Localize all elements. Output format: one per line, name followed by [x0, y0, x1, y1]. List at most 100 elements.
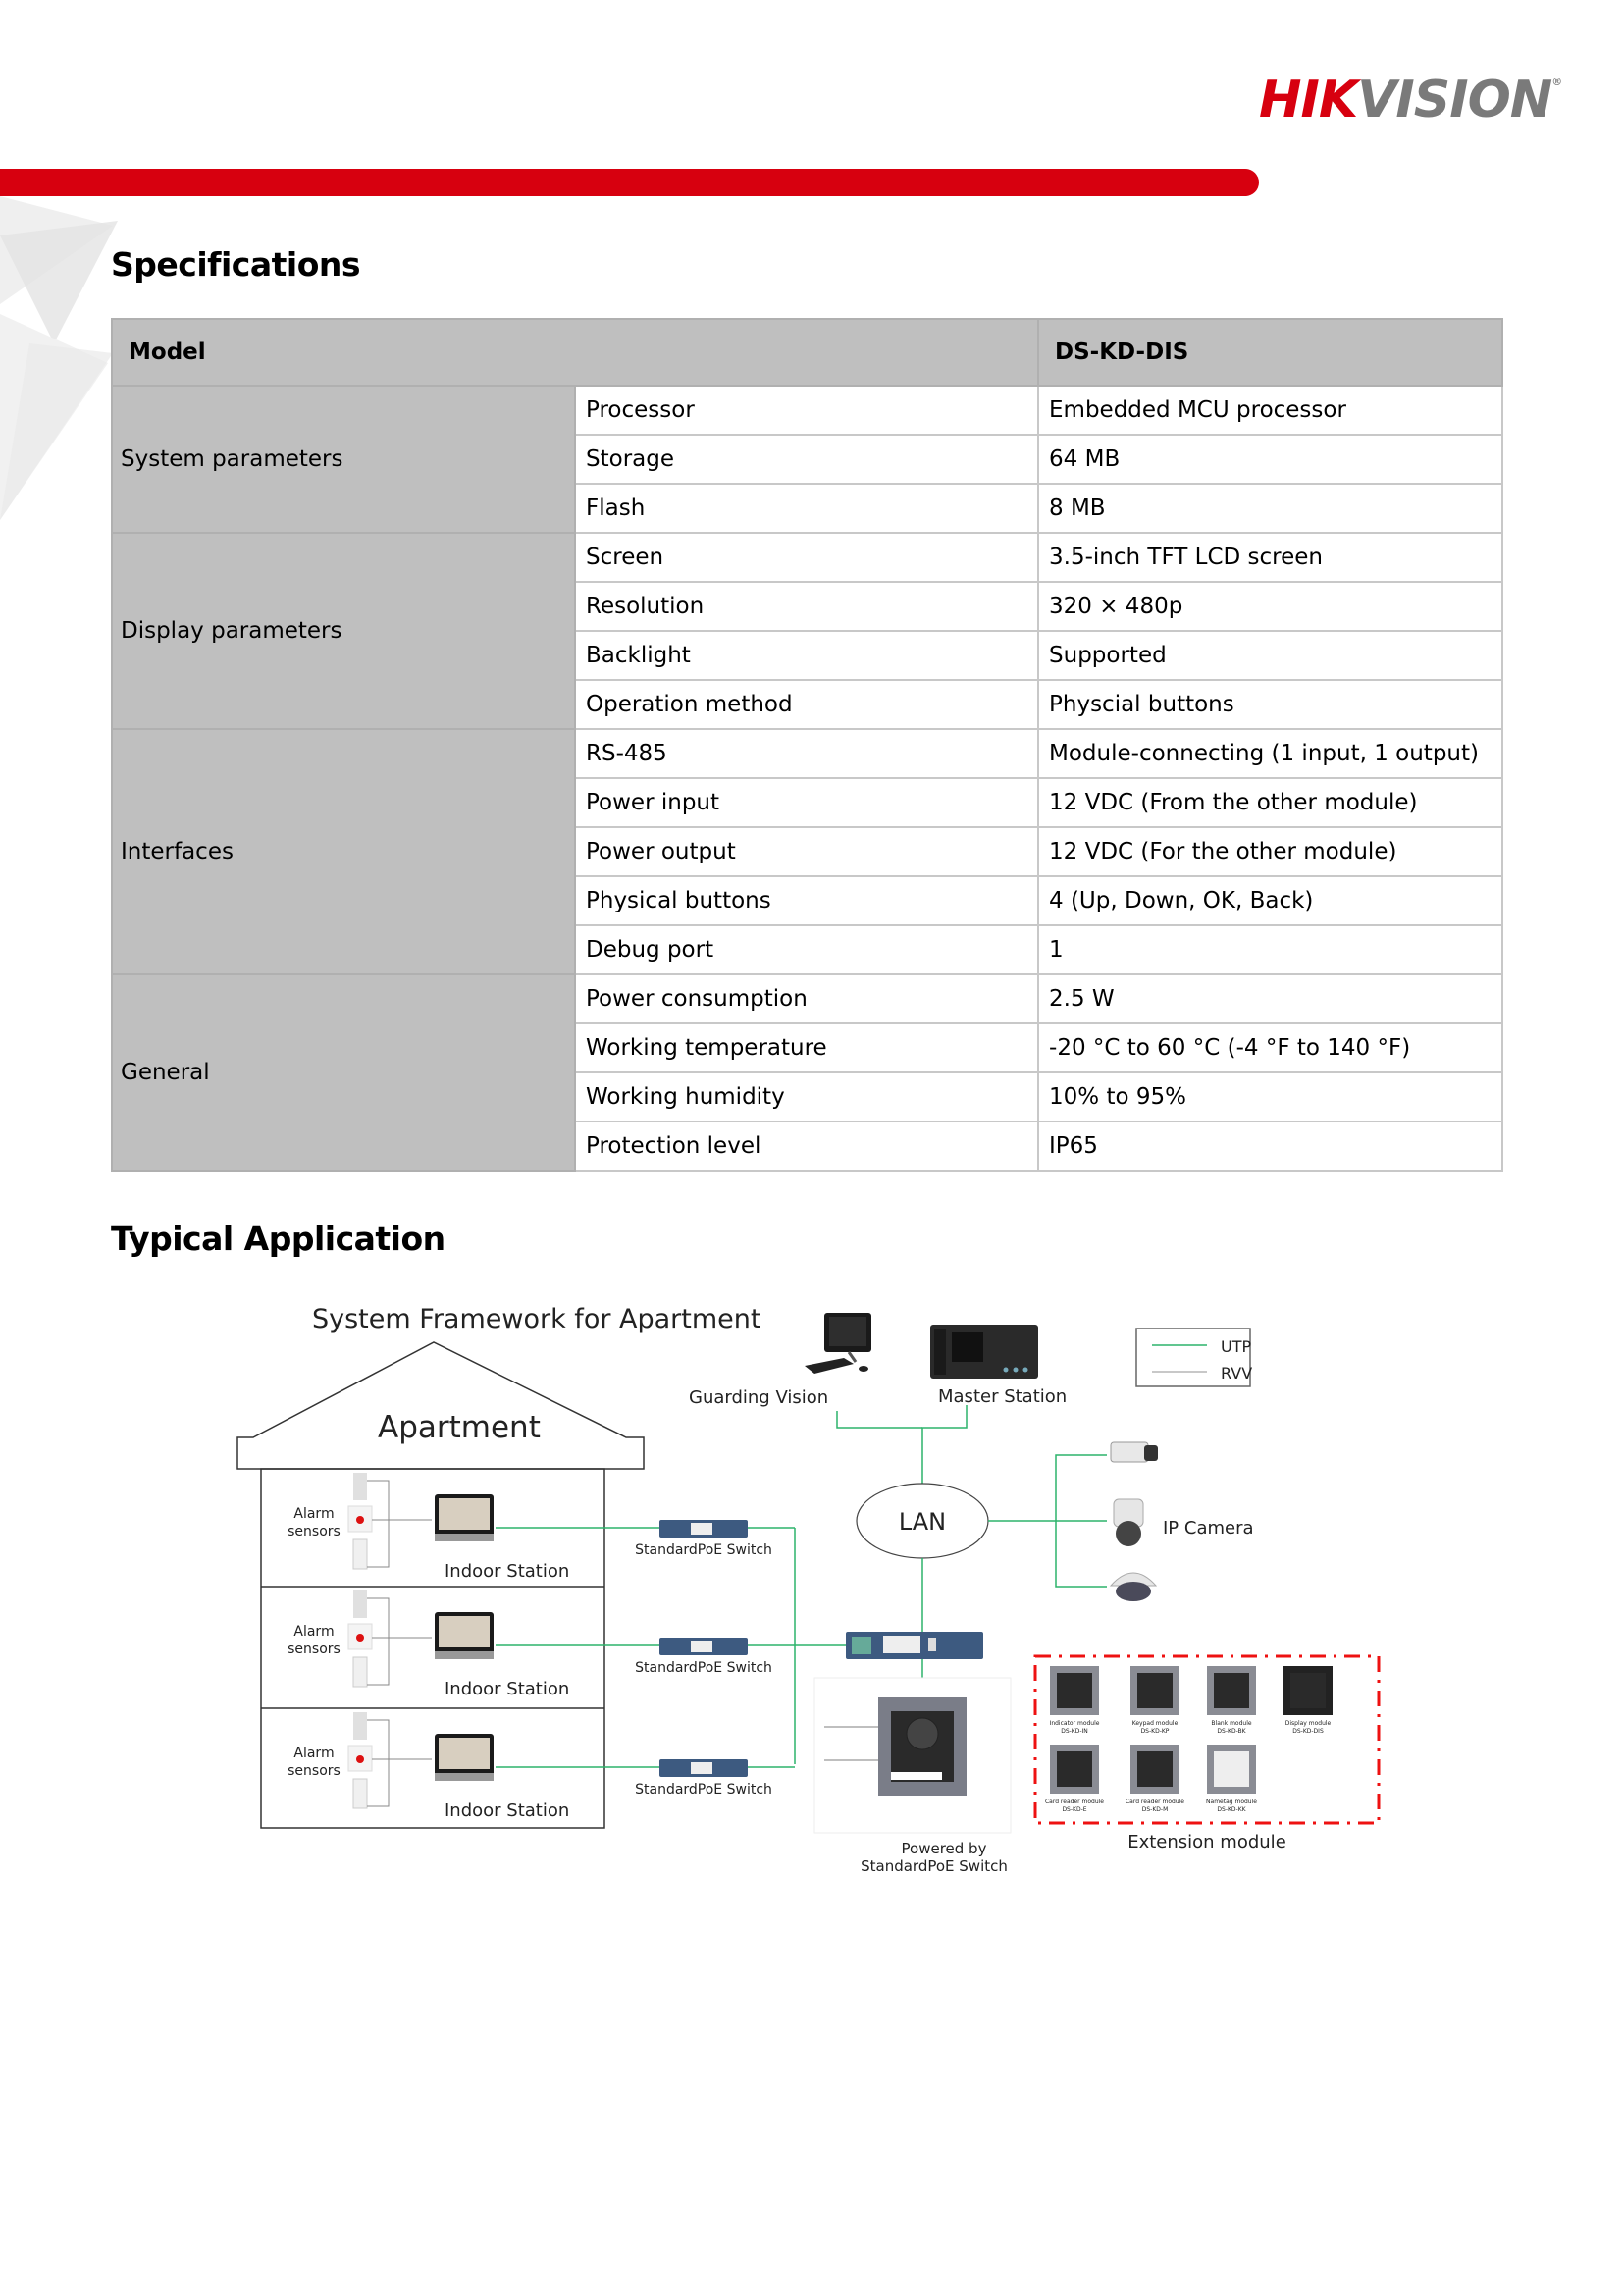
legend-rvv-label: RVV	[1221, 1364, 1252, 1382]
spec-group-label: Display parameters	[111, 532, 576, 730]
guarding-vision-label: Guarding Vision	[689, 1387, 828, 1408]
spec-value: 3.5-inch TFT LCD screen	[1037, 532, 1504, 583]
core-poe-switch-icon	[846, 1632, 983, 1659]
poe-switch-label: StandardPoE Switch	[635, 1660, 772, 1676]
spec-param: Storage	[573, 434, 1040, 485]
poe-switch-icon	[659, 1638, 748, 1655]
ip-camera-label: IP Camera	[1163, 1518, 1254, 1538]
master-station-label: Master Station	[938, 1386, 1067, 1407]
spec-value: Supported	[1037, 630, 1504, 681]
spec-value: 10% to 95%	[1037, 1071, 1504, 1122]
table-header-row: Model DS-KD-DIS	[110, 318, 1504, 387]
module-model: DS-KD-KP	[1141, 1728, 1170, 1735]
spec-group-label: General	[111, 973, 576, 1172]
spec-row: General Power consumption 2.5 W	[111, 973, 1504, 1172]
specifications-heading: Specifications	[111, 245, 361, 284]
registered-mark: ®	[1551, 76, 1562, 88]
spec-param: Protection level	[573, 1121, 1040, 1172]
spec-value: 12 VDC (From the other module)	[1037, 777, 1504, 828]
spec-param: Processor	[573, 385, 1040, 436]
module-name: Nametag module	[1206, 1799, 1257, 1805]
spec-param: RS-485	[573, 728, 1040, 779]
pir-sensor-icon	[353, 1712, 367, 1740]
indoor-station-label: Indoor Station	[445, 1679, 569, 1699]
logo-hik: HIK	[1259, 71, 1358, 130]
spec-param: Working temperature	[573, 1022, 1040, 1073]
diagram-title: System Framework for Apartment	[312, 1304, 760, 1334]
apartment-floor: Alarm sensors Indoor Station StandardPoE Sw…	[288, 1590, 795, 1699]
door-sensor-icon	[352, 1538, 368, 1570]
alarm-sensors-label: Alarm	[293, 1746, 334, 1761]
alarm-sensors-label-2: sensors	[288, 1642, 341, 1657]
spec-group-label: Interfaces	[111, 728, 576, 975]
legend-utp-label: UTP	[1221, 1337, 1251, 1356]
logo-vision: VISION	[1357, 71, 1552, 130]
module-name: Indicator module	[1050, 1720, 1100, 1727]
master-station-icon	[930, 1325, 1038, 1379]
indoor-station-icon	[435, 1734, 494, 1781]
panic-button-icon	[347, 1623, 373, 1650]
door-sensor-icon	[352, 1656, 368, 1688]
indoor-station-icon	[435, 1612, 494, 1659]
spec-value: Embedded MCU processor	[1037, 385, 1504, 436]
indoor-station-label: Indoor Station	[445, 1800, 569, 1821]
poe-switch-icon	[659, 1759, 748, 1777]
module-model: DS-KD-BK	[1217, 1728, 1246, 1735]
system-framework-diagram: System Framework for Apartment Apartment…	[236, 1304, 1381, 1874]
extension-module-item: Keypad moduleDS-KD-KP	[1130, 1666, 1179, 1735]
model-header-value: DS-KD-DIS	[1037, 318, 1504, 387]
lan-label: LAN	[899, 1508, 946, 1536]
alarm-sensors-label: Alarm	[293, 1624, 334, 1640]
spec-value: 8 MB	[1037, 483, 1504, 534]
alarm-sensors-label-2: sensors	[288, 1524, 341, 1539]
hikvision-logo: HIKVISION®	[1259, 75, 1562, 126]
module-name: Keypad module	[1132, 1720, 1179, 1727]
alarm-sensors-label-2: sensors	[288, 1763, 341, 1779]
spec-param: Power consumption	[573, 973, 1040, 1024]
extension-module-item: Display moduleDS-KD-DIS	[1283, 1666, 1333, 1735]
spec-group-label: System parameters	[111, 385, 576, 534]
module-model: DS-KD-IN	[1061, 1728, 1088, 1735]
spec-value: 4 (Up, Down, OK, Back)	[1037, 875, 1504, 926]
extension-module-item: Card reader moduleDS-KD-E	[1045, 1745, 1104, 1813]
apartment-floor: Alarm sensors Indoor Station StandardPoE Sw…	[288, 1712, 795, 1821]
module-model: DS-KD-DIS	[1292, 1728, 1324, 1735]
pir-sensor-icon	[353, 1590, 367, 1618]
module-name: Blank module	[1211, 1720, 1251, 1727]
apartment-floor: Alarm sensors Indoor Station StandardPoE Sw…	[288, 1473, 795, 1582]
alarm-sensors-label: Alarm	[293, 1506, 334, 1522]
spec-value: IP65	[1037, 1121, 1504, 1172]
specifications-table: Model DS-KD-DIS System parameters Process…	[110, 318, 1504, 1172]
pc-icon	[805, 1313, 871, 1374]
ptz-camera-icon	[1113, 1498, 1144, 1546]
spec-value: 12 VDC (For the other module)	[1037, 826, 1504, 877]
extension-module-label: Extension module	[1127, 1832, 1286, 1852]
model-header-label: Model	[110, 318, 1040, 387]
module-name: Card reader module	[1045, 1799, 1104, 1805]
spec-value: 2.5 W	[1037, 973, 1504, 1024]
indoor-station-label: Indoor Station	[445, 1561, 569, 1582]
module-name: Card reader module	[1126, 1799, 1184, 1805]
box-camera-icon	[1110, 1441, 1158, 1463]
spec-value: 64 MB	[1037, 434, 1504, 485]
door-station-label-1: Powered by	[902, 1840, 987, 1857]
decorative-triangles	[0, 196, 118, 520]
spec-value: -20 °C to 60 °C (-4 °F to 140 °F)	[1037, 1022, 1504, 1073]
spec-value: Physcial buttons	[1037, 679, 1504, 730]
apartment-roof	[236, 1341, 645, 1470]
extension-module-item: Nametag moduleDS-KD-KK	[1206, 1745, 1257, 1813]
spec-param: Physical buttons	[573, 875, 1040, 926]
poe-switch-label: StandardPoE Switch	[635, 1542, 772, 1558]
header-red-bar	[0, 169, 1259, 196]
spec-param: Power output	[573, 826, 1040, 877]
spec-param: Debug port	[573, 924, 1040, 975]
spec-row: Display parameters Screen 3.5-inch TFT LCD…	[111, 532, 1504, 730]
spec-value: Module-connecting (1 input, 1 output)	[1037, 728, 1504, 779]
typical-application-heading: Typical Application	[111, 1220, 445, 1258]
spec-row: System parameters Processor Embedded MCU p…	[111, 385, 1504, 534]
poe-switch-label: StandardPoE Switch	[635, 1782, 772, 1798]
module-model: DS-KD-E	[1062, 1806, 1086, 1813]
module-model: DS-KD-M	[1142, 1806, 1169, 1813]
indoor-station-icon	[435, 1494, 494, 1541]
poe-switch-icon	[659, 1520, 748, 1538]
